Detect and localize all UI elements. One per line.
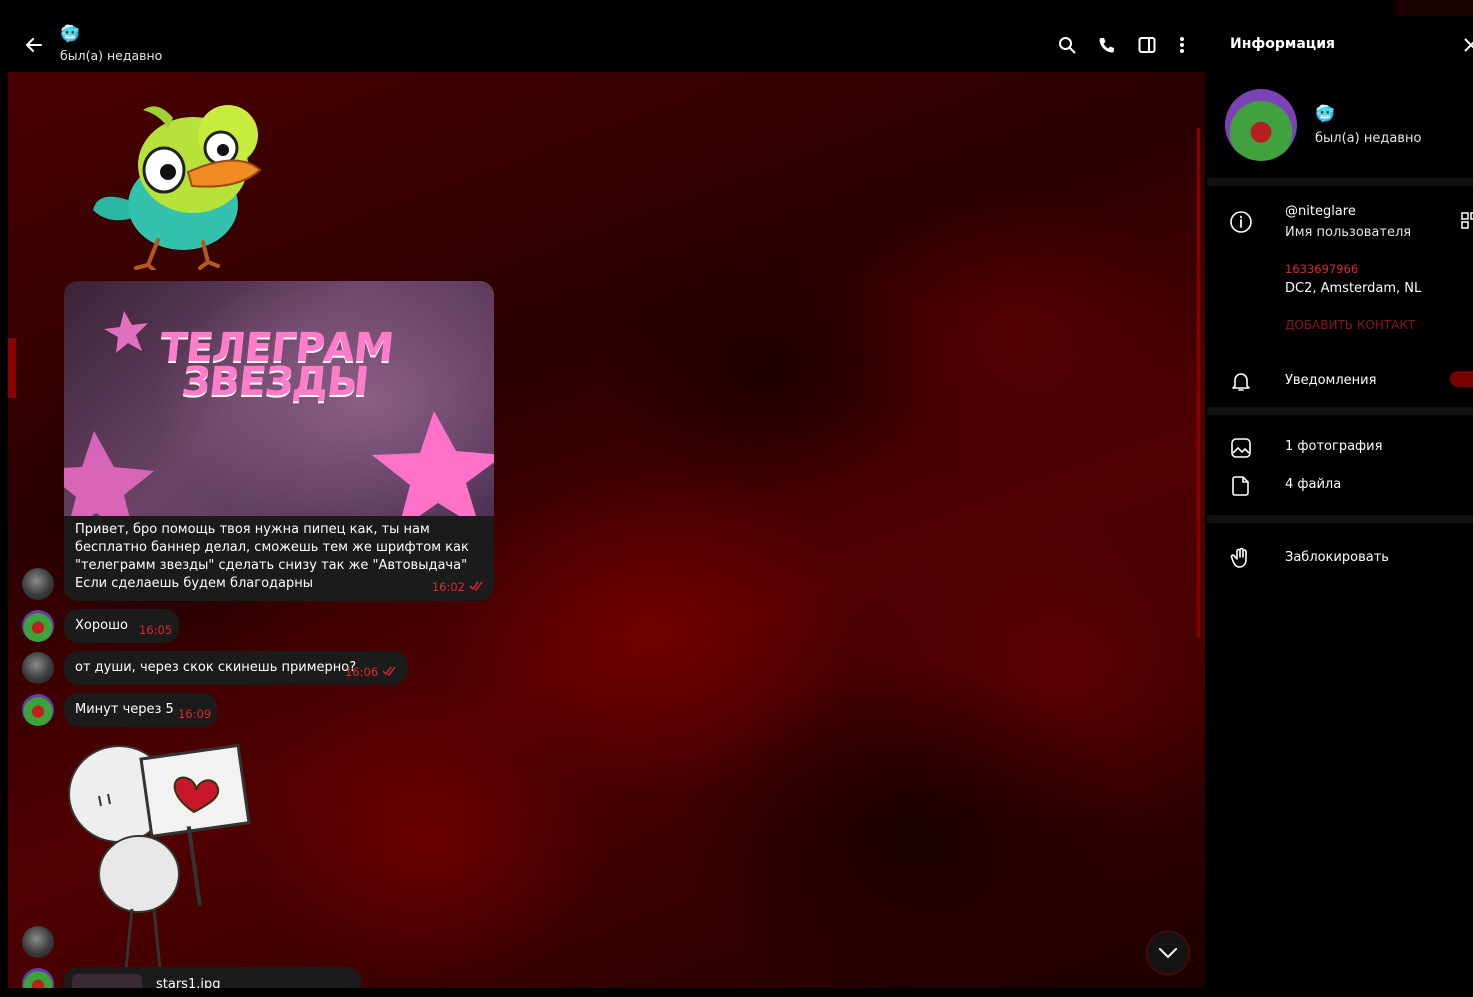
message-bubble[interactable]: Хорошо 16:05	[64, 609, 179, 643]
message-time-text: 16:09	[178, 707, 212, 721]
files-link[interactable]: 4 файла	[1285, 477, 1341, 492]
my-avatar[interactable]	[22, 568, 54, 600]
message-bubble[interactable]: от души, через скок скинешь примерно? 16…	[64, 651, 408, 685]
left-accent-strip	[8, 338, 16, 398]
call-button[interactable]	[1093, 31, 1121, 59]
username[interactable]: @niteglare	[1285, 204, 1356, 219]
peer-status: был(а) недавно	[60, 48, 163, 63]
user-id[interactable]: 1633697966	[1285, 262, 1358, 276]
bird-sticker[interactable]	[88, 90, 268, 270]
message-text: Хорошо	[75, 618, 128, 633]
double-check-icon	[382, 666, 396, 676]
file-thumbnail[interactable]	[72, 974, 142, 988]
banner-title-line2: ЗВЕЗДЫ	[179, 359, 371, 405]
user-info-panel: Информация 🥶 был(а) недавно @niteglare И…	[1207, 18, 1473, 997]
peer-avatar[interactable]	[22, 610, 54, 642]
file-message-bubble[interactable]: stars1.jpg	[64, 967, 361, 988]
message-time-text: 16:02	[431, 580, 465, 594]
more-options-button[interactable]	[1168, 31, 1196, 59]
chat-header: 🥶 был(а) недавно	[8, 18, 1205, 72]
sidebar-panel-icon	[1138, 37, 1156, 53]
panel-title: Информация	[1230, 36, 1335, 52]
banner-image[interactable]: ТЕЛЕГРАМ ЗВЕЗДЫ	[64, 281, 494, 516]
more-vertical-icon	[1180, 37, 1184, 53]
profile-name-emoji: 🥶	[1315, 104, 1335, 123]
add-contact-button[interactable]: ДОБАВИТЬ КОНТАКТ	[1285, 318, 1415, 332]
peer-name-emoji[interactable]: 🥶	[60, 24, 80, 44]
image-icon	[1231, 438, 1251, 458]
search-button[interactable]	[1053, 31, 1081, 59]
username-label: Имя пользователя	[1285, 225, 1412, 240]
info-icon	[1230, 211, 1252, 233]
phone-icon	[1099, 38, 1114, 53]
message-text: от души, через скок скинешь примерно?	[75, 660, 357, 675]
message-time: 16:06	[345, 665, 398, 679]
photos-link[interactable]: 1 фотография	[1285, 439, 1382, 454]
data-center: DC2, Amsterdam, NL	[1285, 281, 1422, 296]
message-time: 16:02	[432, 580, 485, 595]
hand-icon	[1230, 547, 1247, 568]
section-divider	[1207, 515, 1473, 523]
close-icon[interactable]	[1463, 36, 1473, 54]
notifications-toggle[interactable]	[1450, 371, 1473, 387]
message-bubble[interactable]: Минут через 5 16:09	[64, 693, 217, 727]
my-avatar[interactable]	[22, 652, 54, 684]
double-check-icon	[469, 581, 483, 591]
qr-code-icon[interactable]	[1461, 212, 1473, 230]
file-icon	[1232, 476, 1249, 496]
profile-status: был(а) недавно	[1315, 131, 1422, 146]
block-user-button[interactable]: Заблокировать	[1285, 550, 1389, 565]
message-time-text: 16:06	[345, 665, 379, 679]
my-avatar[interactable]	[22, 926, 54, 958]
back-button[interactable]	[20, 31, 48, 59]
window-corner-decoration	[1395, 0, 1473, 16]
bell-icon	[1232, 373, 1250, 391]
file-name: stars1.jpg	[156, 977, 221, 988]
toggle-info-panel-button[interactable]	[1133, 31, 1161, 59]
peer-avatar[interactable]	[22, 694, 54, 726]
message-time-text: 16:05	[139, 623, 173, 637]
search-icon	[1059, 37, 1076, 54]
section-divider	[1207, 178, 1473, 186]
chat-scrollbar[interactable]	[1197, 128, 1200, 638]
chevron-down-icon	[1159, 948, 1177, 959]
message-text: Привет, бро помощь твоя нужна пипец как,…	[75, 522, 469, 591]
message-bubble-banner[interactable]: ТЕЛЕГРАМ ЗВЕЗДЫ Привет, бро помощь твоя …	[64, 281, 494, 601]
chat-area: 🥶 был(а) недавно ТЕЛЕГРАМ ЗВЕЗДЫ Привет,…	[8, 18, 1205, 988]
back-arrow-icon	[26, 38, 42, 52]
profile-avatar[interactable]	[1225, 89, 1297, 161]
heart-sign-sticker[interactable]	[64, 734, 254, 974]
message-text: Минут через 5	[75, 702, 174, 717]
scroll-to-bottom-button[interactable]	[1146, 931, 1190, 975]
notifications-label[interactable]: Уведомления	[1285, 373, 1376, 388]
section-divider	[1207, 407, 1473, 415]
